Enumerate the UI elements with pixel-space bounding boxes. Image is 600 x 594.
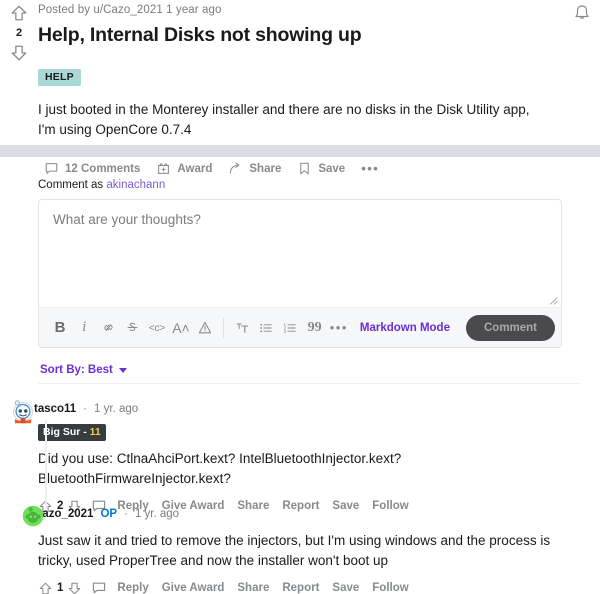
comment-input-area[interactable]: What are your thoughts? <box>39 200 561 307</box>
post-score: 2 <box>15 27 23 39</box>
comment-header: tasco11 · 1 yr. ago <box>8 398 580 420</box>
op-badge: OP <box>100 508 118 520</box>
resize-handle-icon[interactable] <box>547 294 558 305</box>
comment-separator: · <box>83 403 88 415</box>
comment-reply-bubble-icon[interactable] <box>91 580 107 594</box>
snoo-green-avatar[interactable] <box>22 505 44 527</box>
comment-author[interactable]: tasco11 <box>34 403 76 415</box>
chevron-down-icon <box>118 367 127 373</box>
sort-by-label: Sort By: Best <box>40 364 113 376</box>
comment-text: Just saw it and tried to remove the inje… <box>38 533 551 568</box>
comment-editor: What are your thoughts? B i <c> A˄ 1 2 3… <box>38 199 562 348</box>
comment-flair-number: 11 <box>89 426 101 438</box>
downvote-arrow-icon[interactable] <box>10 44 28 62</box>
editor-toolbar: B i <c> A˄ 1 2 3 99 ••• Markdown Mode Co… <box>39 307 561 347</box>
submit-comment-button[interactable]: Comment <box>465 314 556 341</box>
comment-reply-button[interactable]: Reply <box>112 578 153 594</box>
post-age: 1 year ago <box>166 4 222 16</box>
comment-timestamp: 1 yr. ago <box>134 508 180 520</box>
strikethrough-icon[interactable] <box>122 314 144 341</box>
link-icon[interactable] <box>97 314 119 341</box>
comment-timestamp: 1 yr. ago <box>94 403 139 415</box>
comment-vote-group: 1 <box>38 581 82 594</box>
spoiler-icon[interactable] <box>194 314 216 341</box>
superscript-icon[interactable]: A˄ <box>170 314 192 341</box>
page-title: Help, Internal Disks not showing up <box>38 24 362 46</box>
comment-thread-line[interactable] <box>45 420 47 516</box>
award-label: Award <box>177 162 213 175</box>
markdown-mode-toggle[interactable]: Markdown Mode <box>352 317 458 339</box>
sort-divider <box>38 383 580 384</box>
save-label: Save <box>318 162 346 175</box>
post-flair-badge[interactable]: HELP <box>38 69 81 87</box>
section-divider-band <box>0 145 600 157</box>
award-gift-icon <box>158 163 170 174</box>
comment-placeholder: What are your thoughts? <box>53 212 201 227</box>
quote-icon[interactable]: 99 <box>304 314 326 341</box>
reddit-post-page: 2 Posted by u/Cazo_2021 1 year ago Help,… <box>0 0 600 594</box>
comment-composer: Comment as akinachann What are your thou… <box>38 178 580 348</box>
post-body-text: I just booted in the Monterey installer … <box>38 102 530 138</box>
comment-downvote-arrow-icon[interactable] <box>67 581 82 594</box>
post-meta: Posted by u/Cazo_2021 1 year ago <box>38 0 564 18</box>
comment-follow-button[interactable]: Follow <box>367 578 413 594</box>
bell-icon[interactable] <box>572 3 592 23</box>
svg-text:3: 3 <box>284 328 287 333</box>
italic-icon[interactable]: i <box>73 314 95 341</box>
comment-as-prefix: Comment as <box>38 179 104 191</box>
bookmark-icon <box>300 162 310 175</box>
comment-flair-text: Big Sur - <box>43 426 90 438</box>
bold-icon[interactable]: B <box>49 314 71 341</box>
post-action-bar: 12 Comments Award Share Save ••• <box>38 157 564 180</box>
snoo-astronaut-avatar[interactable] <box>10 398 36 424</box>
comment-separator: · <box>124 508 128 520</box>
comment-thread-item: tasco11 · 1 yr. ago Big Sur - 11 Did you… <box>8 398 580 516</box>
share-arrow-icon <box>230 162 240 174</box>
comment-text: Did you use: CtlnaAhciPort.kext? IntelBl… <box>38 451 402 486</box>
post-author-link[interactable]: u/Cazo_2021 <box>93 4 163 16</box>
comments-label: 12 Comments <box>65 162 141 175</box>
comment-thread-item: Cazo_2021 OP · 1 yr. ago Just saw it and… <box>8 503 580 594</box>
comment-body: Just saw it and tried to remove the inje… <box>8 531 580 594</box>
comments-button[interactable]: 12 Comments <box>38 157 146 180</box>
award-button[interactable]: Award <box>150 157 218 180</box>
comment-give-award-button[interactable]: Give Award <box>157 578 230 594</box>
comment-header: Cazo_2021 OP · 1 yr. ago <box>8 503 580 525</box>
comment-score: 1 <box>57 582 64 594</box>
share-label: Share <box>249 162 282 175</box>
bulleted-list-icon[interactable] <box>255 314 277 341</box>
toolbar-divider <box>223 317 225 338</box>
inline-code-icon[interactable]: <c> <box>146 314 168 341</box>
comment-body: Big Sur - 11 Did you use: CtlnaAhciPort.… <box>8 420 580 516</box>
comment-bubble-icon <box>45 163 58 174</box>
comment-upvote-arrow-icon[interactable] <box>38 581 53 594</box>
comment-action-bar: 1 Reply Give Award Share Report Save Fol… <box>38 578 580 594</box>
post-vote-rail: 2 <box>6 4 32 62</box>
editor-more-options-icon[interactable]: ••• <box>328 314 350 341</box>
comment-report-button[interactable]: Report <box>277 578 324 594</box>
numbered-list-icon[interactable]: 1 2 3 <box>279 314 301 341</box>
comment-share-button[interactable]: Share <box>232 578 274 594</box>
save-button[interactable]: Save <box>291 157 351 180</box>
comment-save-button[interactable]: Save <box>327 578 364 594</box>
sort-by-dropdown[interactable]: Sort By: Best <box>38 361 129 379</box>
sort-bar: Sort By: Best <box>38 360 129 379</box>
share-button[interactable]: Share <box>222 157 287 180</box>
comment-user-flair[interactable]: Big Sur - 11 <box>38 424 106 441</box>
post-meta-prefix: Posted by <box>38 4 91 16</box>
upvote-arrow-icon[interactable] <box>10 4 28 22</box>
current-user-link[interactable]: akinachann <box>106 179 165 191</box>
heading-icon[interactable] <box>231 314 253 341</box>
comment-as-label: Comment as akinachann <box>38 178 580 192</box>
post-more-options-icon[interactable]: ••• <box>355 159 385 178</box>
